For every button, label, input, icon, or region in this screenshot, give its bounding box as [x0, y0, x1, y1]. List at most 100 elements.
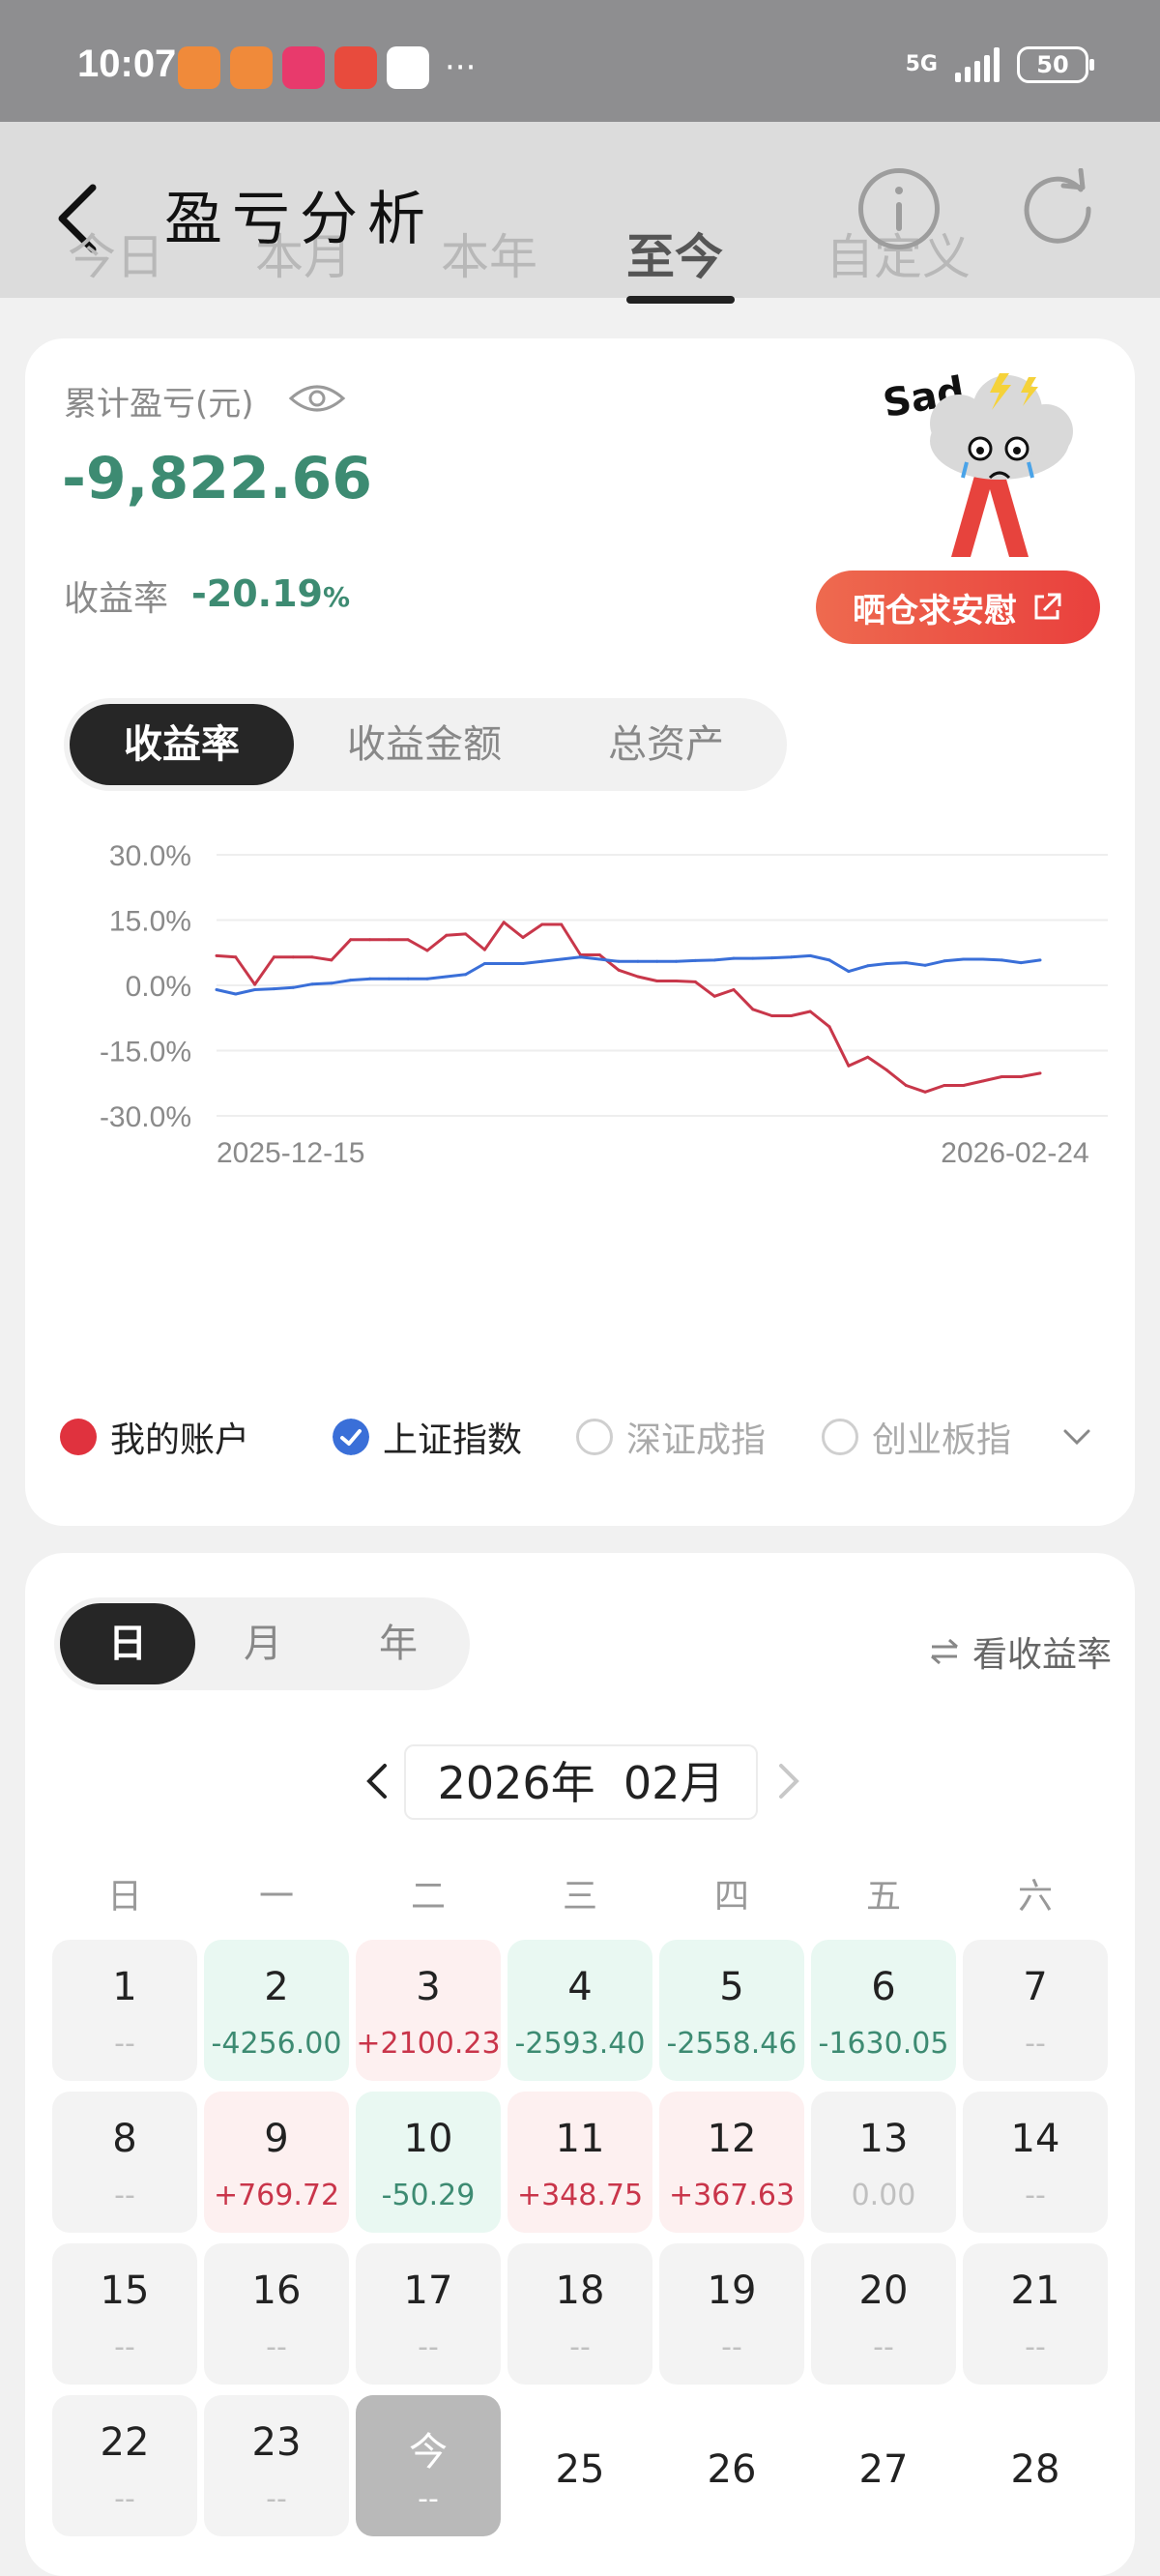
weekday-label: 日: [106, 1877, 142, 1917]
day-number: 26: [707, 2447, 757, 2492]
data-point: [655, 959, 659, 963]
refresh-icon[interactable]: [1017, 168, 1098, 249]
calendar-day-today[interactable]: 今 --: [356, 2395, 501, 2536]
calendar-day[interactable]: 10 -50.29: [356, 2092, 501, 2233]
data-point: [789, 955, 793, 959]
calendar-day[interactable]: 27: [811, 2395, 956, 2536]
day-profit-value: --: [1025, 2179, 1046, 2212]
day-profit-value: -2593.40: [514, 2027, 646, 2061]
calendar-day[interactable]: 2 -4256.00: [204, 1940, 349, 2081]
tab-this-year[interactable]: 本年: [441, 219, 537, 288]
eye-icon[interactable]: [288, 381, 346, 416]
data-point: [942, 1084, 946, 1087]
data-point: [579, 955, 582, 959]
view-return-rate-toggle[interactable]: 看收益率: [928, 1626, 1112, 1677]
app-notification-icon: [387, 46, 429, 89]
calendar-day[interactable]: 21 --: [963, 2243, 1108, 2385]
calendar-tab-year[interactable]: 年: [331, 1603, 466, 1684]
calendar-day[interactable]: 9 +769.72: [204, 2092, 349, 2233]
weekday-header: 日 一 二 三 四 五 六: [52, 1868, 1135, 1917]
info-icon[interactable]: [858, 168, 940, 249]
data-point: [482, 948, 486, 951]
app-notification-icon: [178, 46, 220, 89]
calendar-day[interactable]: 5 -2558.46: [659, 1940, 804, 2081]
day-profit-value: --: [418, 2482, 439, 2516]
data-point: [215, 953, 218, 957]
calendar-tab-day[interactable]: 日: [60, 1603, 195, 1684]
day-profit-value: +367.63: [668, 2179, 796, 2212]
data-point: [981, 957, 985, 961]
data-point: [675, 959, 678, 963]
calendar-day[interactable]: 22 --: [52, 2395, 197, 2536]
calendar-day[interactable]: 23 --: [204, 2395, 349, 2536]
day-number: 2: [264, 1965, 289, 2009]
chevron-right-icon[interactable]: [775, 1762, 802, 1800]
chevron-down-icon[interactable]: [1059, 1420, 1094, 1454]
data-point: [866, 1055, 870, 1059]
data-point: [693, 958, 697, 962]
data-point: [330, 958, 334, 962]
weekday-label: 一: [258, 1877, 294, 1917]
day-number: 8: [112, 2117, 137, 2161]
data-point: [962, 957, 966, 961]
data-point: [923, 963, 927, 967]
metric-tab-return-rate[interactable]: 收益率: [70, 704, 294, 785]
day-number: 27: [858, 2447, 909, 2492]
tab-to-date[interactable]: 至今: [626, 219, 723, 288]
calendar-day[interactable]: 15 --: [52, 2243, 197, 2385]
data-point: [789, 1014, 793, 1017]
day-number: 16: [251, 2269, 302, 2313]
data-point: [636, 975, 640, 979]
metric-tab-profit-amount[interactable]: 收益金额: [313, 704, 536, 785]
data-point: [617, 959, 621, 963]
calendar-day[interactable]: 26: [659, 2395, 804, 2536]
data-point: [406, 977, 410, 981]
day-number: 25: [555, 2447, 605, 2492]
metric-tab-total-assets[interactable]: 总资产: [555, 704, 777, 785]
chart-legend: 我的账户 上证指数 深证成指 创业板指: [60, 1412, 1104, 1470]
calendar-day[interactable]: 7 --: [963, 1940, 1108, 2081]
day-number: 3: [416, 1965, 441, 2009]
view-return-rate-label: 看收益率: [972, 1635, 1112, 1675]
data-point: [387, 977, 391, 981]
weekday-label: 四: [713, 1877, 749, 1917]
day-profit-value: --: [1025, 2027, 1046, 2061]
month-picker[interactable]: 2026年 02月: [404, 1744, 758, 1820]
data-point: [808, 953, 812, 957]
calendar-day[interactable]: 11 +348.75: [508, 2092, 652, 2233]
legend-chinext-index[interactable]: 创业板指: [822, 1412, 1011, 1462]
calendar-day[interactable]: 4 -2593.40: [508, 1940, 652, 2081]
data-point: [253, 982, 257, 986]
calendar-day[interactable]: 8 --: [52, 2092, 197, 2233]
data-point: [751, 1008, 755, 1011]
day-number: 23: [251, 2420, 302, 2465]
data-point: [597, 957, 601, 961]
return-rate-value: -20.19%: [191, 572, 351, 615]
day-profit-value: -4256.00: [211, 2027, 342, 2061]
legend-label: 深证成指: [626, 1420, 767, 1460]
calendar-day[interactable]: 18 --: [508, 2243, 652, 2385]
cumulative-pl-label: 累计盈亏(元): [64, 385, 254, 424]
data-point: [368, 977, 371, 981]
legend-sse-index[interactable]: 上证指数: [333, 1412, 522, 1462]
day-number: 1: [112, 1965, 137, 2009]
calendar-day[interactable]: 16 --: [204, 2243, 349, 2385]
legend-my-account[interactable]: 我的账户: [60, 1412, 249, 1462]
calendar-day[interactable]: 19 --: [659, 2243, 804, 2385]
calendar-day[interactable]: 12 +367.63: [659, 2092, 804, 2233]
calendar-day[interactable]: 1 --: [52, 1940, 197, 2081]
calendar-day[interactable]: 20 --: [811, 2243, 956, 2385]
calendar-day[interactable]: 13 0.00: [811, 2092, 956, 2233]
calendar-day[interactable]: 17 --: [356, 2243, 501, 2385]
share-position-button[interactable]: 晒仓求安慰: [816, 571, 1100, 644]
calendar-day[interactable]: 28: [963, 2395, 1108, 2536]
legend-szse-component[interactable]: 深证成指: [576, 1412, 766, 1462]
calendar-day[interactable]: 6 -1630.05: [811, 1940, 956, 2081]
calendar-tab-month[interactable]: 月: [195, 1603, 331, 1684]
tab-today[interactable]: 今日: [68, 219, 164, 288]
calendar-day[interactable]: 14 --: [963, 2092, 1108, 2233]
data-point: [981, 1079, 985, 1083]
calendar-day[interactable]: 3 +2100.23: [356, 1940, 501, 2081]
calendar-day[interactable]: 25: [508, 2395, 652, 2536]
chevron-left-icon[interactable]: [363, 1762, 391, 1800]
